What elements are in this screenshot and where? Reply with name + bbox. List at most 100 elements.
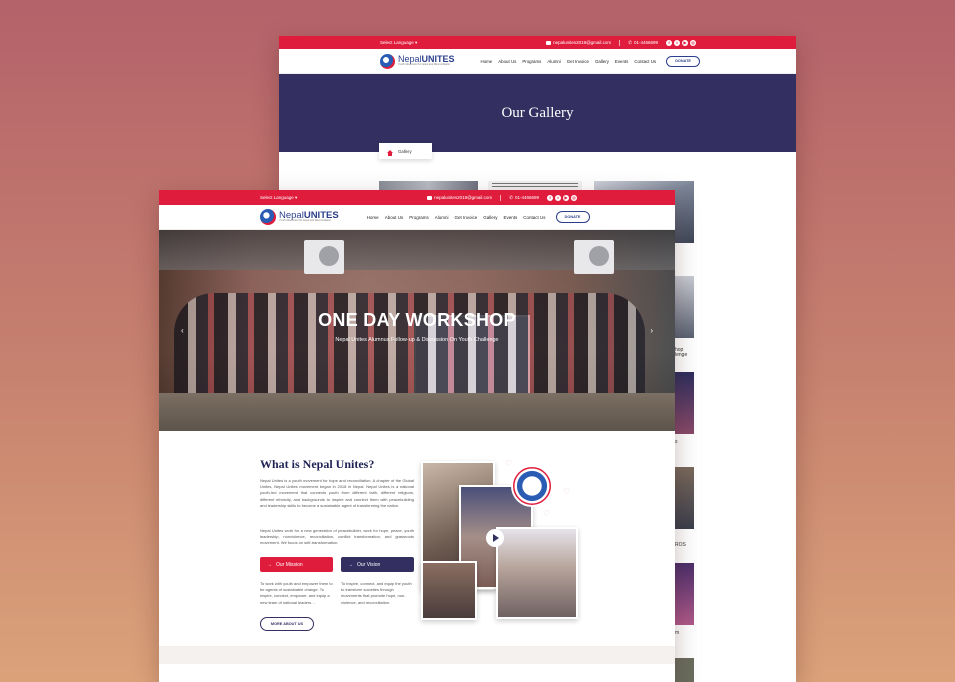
nav-get-invoice[interactable]: Get Invoice [454, 215, 477, 220]
phone-text: 01-4466699 [633, 40, 658, 45]
email-link[interactable]: nepalunites2019@gmail.com [427, 195, 492, 200]
email-link[interactable]: nepalunites2019@gmail.com [546, 40, 611, 45]
nav-about-us[interactable]: About Us [498, 59, 516, 64]
slide-photo-detail [574, 240, 614, 274]
hero-slider[interactable]: ONE DAY WORKSHOP Nepal Unites Alumnus Fo… [159, 230, 675, 431]
play-icon[interactable] [486, 529, 504, 547]
page-title: Our Gallery [501, 104, 574, 121]
logo-tagline: Youth Movement for Hope and Reconciliati… [398, 63, 451, 67]
heart-icon: ♡ [505, 459, 513, 468]
slide-subtitle: Nepal Unites Alumnus Follow-up & Discuss… [335, 337, 499, 343]
home-page-window: Select Language ▾ nepalunites2019@gmail.… [159, 190, 675, 682]
logo-globe-icon [380, 53, 395, 69]
gallery-thumbnail[interactable] [675, 276, 694, 338]
next-section-band [159, 646, 675, 664]
email-text: nepalunites2019@gmail.com [434, 195, 493, 200]
logo-globe-icon [260, 209, 276, 225]
logo[interactable]: NepalUNITES Youth Movement for Hope and … [380, 53, 455, 69]
divider [619, 39, 621, 46]
youtube-icon[interactable]: ▶ [563, 194, 569, 201]
our-vision-button[interactable]: → Our Vision [341, 557, 414, 572]
nav-events[interactable]: Events [504, 215, 518, 220]
nav-gallery[interactable]: Gallery [483, 215, 497, 220]
gallery-hero: Our Gallery [279, 74, 796, 152]
home-icon[interactable] [387, 149, 393, 156]
more-about-us-button[interactable]: MORE ABOUT US [260, 617, 314, 631]
facebook-icon[interactable]: f [666, 39, 672, 46]
nav-programs[interactable]: Programs [522, 59, 541, 64]
slide-photo-detail [304, 240, 344, 274]
nav-menu: Home About Us Programs Alumni Get Invoic… [367, 215, 546, 220]
twitter-icon[interactable]: t [555, 194, 561, 201]
nav-events[interactable]: Events [615, 59, 628, 64]
donate-button[interactable]: DONATE [555, 211, 590, 223]
gallery-caption: m [675, 630, 680, 636]
breadcrumb-current: Gallery [398, 148, 412, 154]
collage-photo [421, 561, 477, 620]
slide-photo-ground [159, 393, 675, 431]
nav-home[interactable]: Home [481, 59, 493, 64]
gallery-thumbnail[interactable] [675, 563, 694, 625]
envelope-icon [427, 195, 433, 200]
divider [500, 194, 502, 201]
main-nav: NepalUNITES Youth Movement for Hope and … [159, 205, 675, 230]
phone-text: 01-4466699 [514, 195, 539, 200]
arrow-right-icon: → [348, 561, 353, 568]
language-select[interactable]: Select Language ▾ [380, 40, 417, 46]
about-section: What is Nepal Unites? Nepal Unites is a … [159, 431, 675, 664]
about-paragraph: Nepal Unites work for a new generation o… [260, 528, 414, 546]
heart-icon: ♡ [563, 487, 571, 496]
about-photo-collage: ♡ ♡ ♡ [421, 459, 578, 620]
about-paragraph: Nepal Unites is a youth movement for hop… [260, 478, 414, 508]
donate-button[interactable]: DONATE [666, 55, 701, 67]
phone-icon: ✆ [628, 39, 632, 45]
youtube-icon[interactable]: ▶ [682, 39, 688, 46]
gallery-caption: lenge [675, 352, 688, 358]
main-nav: NepalUNITES Youth Movement for Hope and … [279, 49, 796, 74]
instagram-icon[interactable]: ◎ [690, 39, 696, 46]
nav-gallery[interactable]: Gallery [595, 59, 609, 64]
social-links: f t ▶ ◎ [666, 39, 696, 46]
gallery-thumbnail[interactable] [675, 372, 694, 434]
nepal-unites-seal-icon [511, 465, 553, 507]
nav-contact-us[interactable]: Contact Us [523, 215, 545, 220]
nav-alumni[interactable]: Alumni [435, 215, 449, 220]
nav-alumni[interactable]: Alumni [547, 59, 560, 64]
logo[interactable]: NepalUNITES Youth Movement for Hope and … [260, 209, 339, 225]
phone-icon: ✆ [509, 194, 513, 200]
nav-programs[interactable]: Programs [409, 215, 429, 220]
twitter-icon[interactable]: t [674, 39, 680, 46]
collage-photo [496, 527, 578, 619]
nav-home[interactable]: Home [367, 215, 379, 220]
breadcrumb: Gallery [379, 143, 432, 159]
arrow-right-icon: → [267, 561, 272, 568]
nav-menu: Home About Us Programs Alumni Get Invoic… [481, 59, 657, 64]
about-heading: What is Nepal Unites? [260, 457, 375, 471]
instagram-icon[interactable]: ◎ [571, 194, 577, 201]
vision-label: Our Vision [357, 561, 381, 568]
gallery-caption: s [675, 439, 678, 445]
envelope-icon [546, 40, 552, 45]
gallery-thumbnail[interactable] [675, 658, 694, 682]
logo-tagline: Youth Movement for Hope and Reconciliati… [279, 219, 332, 223]
language-label: Select Language [260, 194, 294, 200]
gallery-caption: ROS [675, 542, 686, 548]
nav-get-invoice[interactable]: Get Invoice [567, 59, 589, 64]
heart-icon: ♡ [543, 509, 551, 518]
nav-about-us[interactable]: About Us [385, 215, 404, 220]
vision-text: To inspire, connect, and equip the youth… [341, 581, 412, 605]
social-links: f t ▶ ◎ [547, 194, 577, 201]
facebook-icon[interactable]: f [547, 194, 553, 201]
mission-label: Our Mission [276, 561, 303, 568]
our-mission-button[interactable]: → Our Mission [260, 557, 333, 572]
top-bar: Select Language ▾ nepalunites2019@gmail.… [159, 190, 675, 205]
language-select[interactable]: Select Language ▾ [260, 195, 297, 201]
phone-link[interactable]: ✆ 01-4466699 [628, 40, 658, 46]
gallery-thumbnail[interactable] [675, 467, 694, 529]
slider-prev-button[interactable]: ‹ [181, 326, 184, 335]
phone-link[interactable]: ✆ 01-4466699 [509, 195, 539, 201]
nav-contact-us[interactable]: Contact Us [634, 59, 656, 64]
mission-text: To work with youth and empower them to b… [260, 581, 333, 605]
slider-next-button[interactable]: › [650, 326, 653, 335]
language-label: Select Language [380, 39, 414, 45]
